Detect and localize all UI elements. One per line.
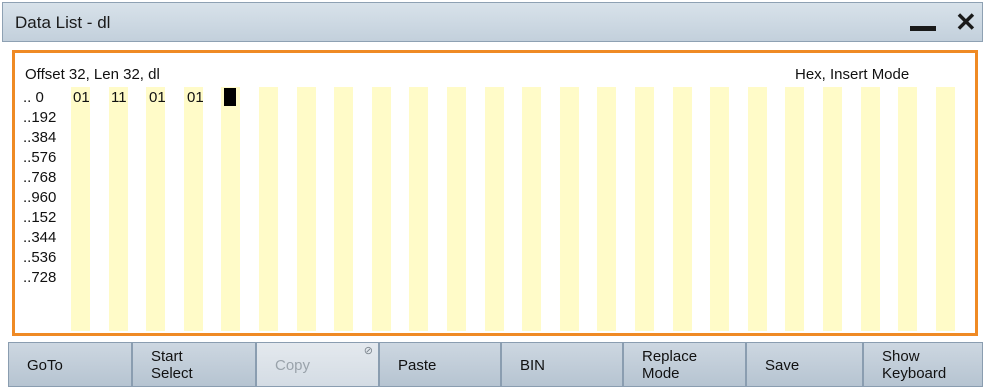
row-offset-label: ..728 xyxy=(23,269,57,286)
text-cursor xyxy=(224,88,236,106)
byte-column xyxy=(146,87,165,331)
goto-button[interactable]: GoTo xyxy=(8,342,132,387)
byte-column xyxy=(184,87,203,331)
byte-column xyxy=(71,87,90,331)
row-offset-label: ..768 xyxy=(23,169,57,186)
byte-column xyxy=(297,87,316,331)
hex-editor[interactable]: Offset 32, Len 32, dl Hex, Insert Mode .… xyxy=(12,50,978,336)
start-select-button[interactable]: Start Select xyxy=(132,342,256,387)
byte-column xyxy=(221,87,240,331)
byte-column xyxy=(485,87,504,331)
byte-column xyxy=(861,87,880,331)
replace-mode-button[interactable]: Replace Mode xyxy=(623,342,746,387)
byte-cell[interactable]: 11 xyxy=(111,88,127,108)
disabled-icon: ⊘ xyxy=(363,345,373,357)
row-offset-label: ..152 xyxy=(23,209,57,226)
byte-column xyxy=(710,87,729,331)
byte-column xyxy=(372,87,391,331)
byte-column xyxy=(898,87,917,331)
byte-column xyxy=(409,87,428,331)
editor-mode-info: Hex, Insert Mode xyxy=(795,66,910,83)
title-bar: Data List - dl ✕ xyxy=(2,2,983,42)
byte-cell[interactable]: 01 xyxy=(187,88,204,108)
data-list-dialog: Data List - dl ✕ Offset 32, Len 32, dl H… xyxy=(0,0,987,387)
offset-length-info: Offset 32, Len 32, dl xyxy=(25,66,160,83)
softkey-bar: GoTo Start Select Copy ⊘ Paste BIN Replac… xyxy=(8,342,983,387)
byte-column xyxy=(823,87,842,331)
byte-column xyxy=(447,87,466,331)
byte-column xyxy=(673,87,692,331)
copy-button[interactable]: Copy ⊘ xyxy=(256,342,379,387)
byte-column xyxy=(522,87,541,331)
show-keyboard-button[interactable]: Show Keyboard xyxy=(863,342,983,387)
byte-column xyxy=(334,87,353,331)
row-offset-label: .. 0 xyxy=(23,89,44,106)
byte-column xyxy=(109,87,128,331)
byte-column xyxy=(748,87,767,331)
byte-column xyxy=(936,87,955,331)
byte-cell[interactable]: 01 xyxy=(149,88,166,108)
row-offset-label: ..536 xyxy=(23,249,57,266)
row-offset-label: ..576 xyxy=(23,149,57,166)
byte-cell[interactable]: 01 xyxy=(73,88,90,108)
byte-column xyxy=(785,87,804,331)
row-offset-label: ..384 xyxy=(23,129,57,146)
bin-button[interactable]: BIN xyxy=(501,342,623,387)
byte-column xyxy=(597,87,616,331)
save-button[interactable]: Save xyxy=(746,342,863,387)
paste-button[interactable]: Paste xyxy=(379,342,501,387)
window-title: Data List - dl xyxy=(15,13,111,32)
byte-column xyxy=(560,87,579,331)
byte-column xyxy=(259,87,278,331)
minimize-icon[interactable] xyxy=(910,26,936,31)
row-offset-label: ..960 xyxy=(23,189,57,206)
byte-column xyxy=(635,87,654,331)
row-offset-label: ..344 xyxy=(23,229,57,246)
close-icon[interactable]: ✕ xyxy=(955,7,977,37)
row-offset-label: ..192 xyxy=(23,109,57,126)
